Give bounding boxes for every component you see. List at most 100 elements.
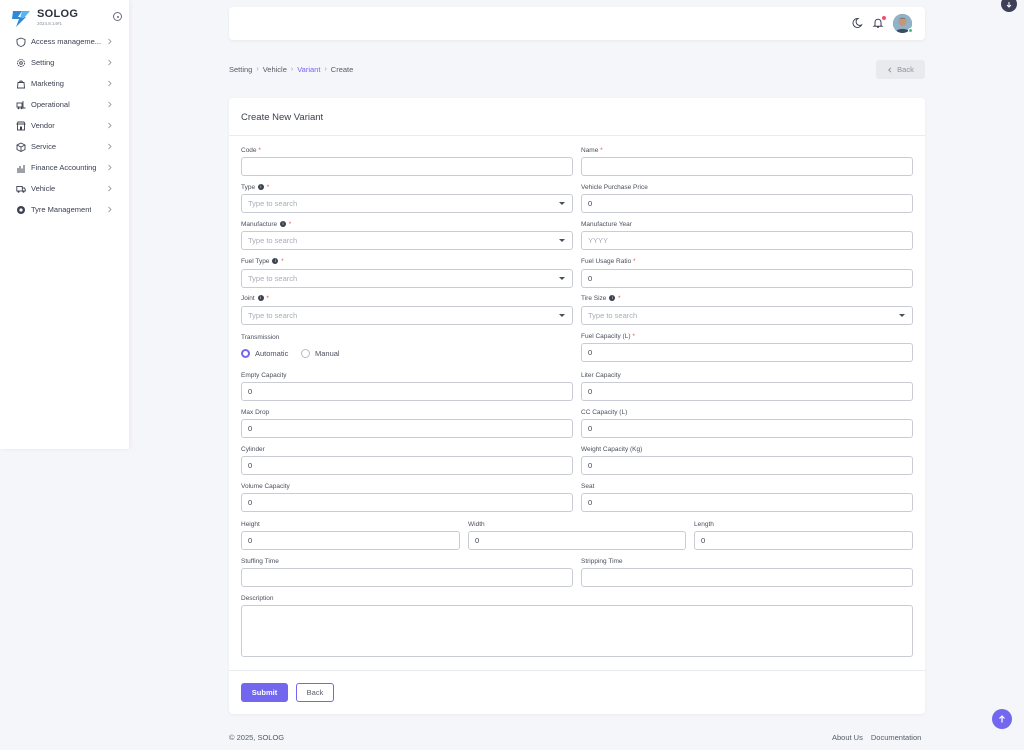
sidebar-item-label: Tyre Management [31,205,92,214]
shield-icon [16,37,26,47]
sidebar-item-label: Marketing [31,79,64,88]
brand-version: 2024.8.14#1 [37,21,63,26]
truck-icon [16,184,26,194]
manufacture-year-input[interactable]: YYYY [581,231,913,250]
stripping-time-input[interactable] [581,568,913,587]
breadcrumb-setting[interactable]: Setting [229,65,252,74]
type-label: Type i * [241,184,270,191]
sidebar-item-label: Operational [31,100,70,109]
customizer-toggle-button[interactable] [1001,0,1017,12]
fuel-usage-ratio-label: Fuel Usage Ratio * [581,258,636,265]
stuffing-time-label: Stuffing Time [241,558,279,565]
length-input[interactable]: 0 [694,531,913,550]
manufacture-select[interactable]: Type to search [241,231,573,250]
max-drop-input[interactable]: 0 [241,419,573,438]
about-us-link[interactable]: About Us [832,733,863,742]
tire-size-select[interactable]: Type to search [581,306,913,325]
sidebar-item-vehicle[interactable]: Vehicle [0,178,129,199]
arrow-down-icon [1006,2,1012,8]
name-input[interactable] [581,157,913,176]
sidebar-nav: Access manageme... Setting Marketing Ope… [0,31,129,220]
cylinder-input[interactable]: 0 [241,456,573,475]
top-navbar [229,7,925,40]
dark-mode-icon[interactable] [851,17,863,29]
breadcrumb-variant[interactable]: Variant [297,65,320,74]
seat-input[interactable]: 0 [581,493,913,512]
sidebar-item-service[interactable]: Service [0,136,129,157]
sidebar-item-label: Vehicle [31,184,56,193]
fuel-capacity-label: Fuel Capacity (L) * [581,333,635,340]
length-label: Length [694,521,714,528]
radio-unchecked-icon [301,349,310,358]
width-input[interactable]: 0 [468,531,686,550]
liter-capacity-label: Liter Capacity [581,372,621,379]
sidebar-item-setting[interactable]: Setting [0,52,129,73]
transmission-automatic-radio[interactable]: Automatic [241,349,288,358]
divider [229,135,925,136]
vehicle-purchase-price-input[interactable]: 0 [581,194,913,213]
chevron-right-icon [108,59,112,66]
chevron-right-icon [108,185,112,192]
sidebar-item-access-management[interactable]: Access manageme... [0,31,129,52]
top-back-label: Back [897,65,914,74]
fuel-type-select[interactable]: Type to search [241,269,573,288]
cc-capacity-label: CC Capacity (L) [581,409,628,416]
scroll-to-top-button[interactable] [992,709,1012,729]
description-textarea[interactable] [241,605,913,657]
chevron-right-icon [108,143,112,150]
submit-button[interactable]: Submit [241,683,288,702]
documentation-link[interactable]: Documentation [871,733,921,742]
code-input[interactable] [241,157,573,176]
sidebar-item-label: Finance Accounting [31,163,97,172]
height-input[interactable]: 0 [241,531,460,550]
caret-down-icon [899,314,905,317]
top-back-button[interactable]: Back [876,60,925,79]
fuel-usage-ratio-input[interactable]: 0 [581,269,913,288]
sidebar-item-operational[interactable]: Operational [0,94,129,115]
forklift-icon [16,100,26,110]
sidebar-toggle-icon[interactable] [113,12,122,21]
seat-label: Seat [581,483,595,490]
volume-capacity-label: Volume Capacity [241,483,290,490]
weight-capacity-input[interactable]: 0 [581,456,913,475]
empty-capacity-input[interactable]: 0 [241,382,573,401]
sidebar-item-finance-accounting[interactable]: Finance Accounting [0,157,129,178]
sidebar-item-vendor[interactable]: Vendor [0,115,129,136]
breadcrumb-separator: › [324,66,327,73]
caret-down-icon [559,314,565,317]
joint-select[interactable]: Type to search [241,306,573,325]
manufacture-label: Manufacture i * [241,221,292,228]
sidebar-item-label: Service [31,142,57,151]
info-icon: i [279,221,286,228]
description-label: Description [241,595,274,602]
sidebar-item-tyre-management[interactable]: Tyre Management [0,199,129,220]
stuffing-time-input[interactable] [241,568,573,587]
cc-capacity-input[interactable]: 0 [581,419,913,438]
store-icon [16,121,26,131]
fuel-capacity-input[interactable]: 0 [581,343,913,362]
stripping-time-label: Stripping Time [581,558,623,565]
caret-down-icon [559,202,565,205]
notification-dot [882,16,886,20]
box-icon [16,141,26,152]
chevron-right-icon [108,38,112,45]
height-label: Height [241,521,260,528]
breadcrumb-vehicle[interactable]: Vehicle [263,65,287,74]
type-select[interactable]: Type to search [241,194,573,213]
info-icon: i [257,295,264,302]
liter-capacity-input[interactable]: 0 [581,382,913,401]
brand[interactable]: SOLOG 2024.8.14#1 [10,7,122,29]
divider [229,670,925,671]
sidebar-item-label: Vendor [31,121,55,130]
chevron-right-icon [108,206,112,213]
transmission-manual-radio[interactable]: Manual [301,349,340,358]
name-label: Name * [581,147,603,154]
brand-name: SOLOG [37,8,79,20]
volume-capacity-input[interactable]: 0 [241,493,573,512]
chart-icon [16,163,26,173]
back-button[interactable]: Back [296,683,334,702]
sidebar-item-marketing[interactable]: Marketing [0,73,129,94]
info-icon: i [609,295,616,302]
fuel-type-label: Fuel Type i * [241,258,284,265]
sidebar: SOLOG 2024.8.14#1 Access manageme... Set… [0,0,129,449]
